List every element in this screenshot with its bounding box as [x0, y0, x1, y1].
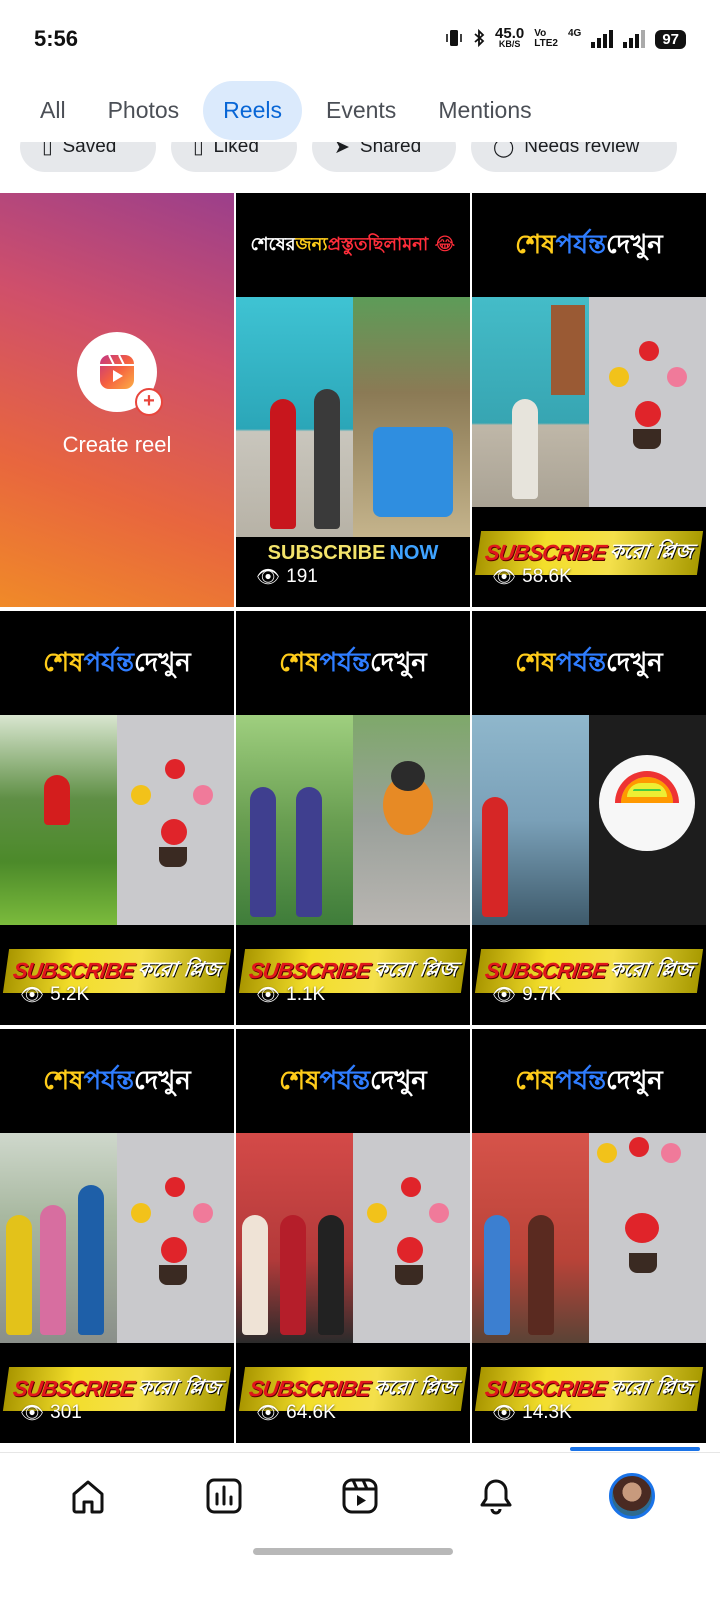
- status-time: 5:56: [34, 26, 79, 51]
- nav-dashboard[interactable]: [189, 1461, 259, 1531]
- reel-tile[interactable]: শেষ পর্যন্ত দেখুন SUBSCRIBE করো প্লিজ 👁 64…: [236, 1029, 470, 1443]
- reel-headline: শেষ পর্যন্ত দেখুন: [236, 1029, 470, 1133]
- reel-tile[interactable]: শেষ পর্যন্ত দেখুন SUBSCRIBE করো প্লিজ 👁 14…: [472, 1029, 706, 1443]
- reel-headline: শেষ পর্যন্ত দেখুন: [0, 1029, 234, 1133]
- view-count: 👁 14.3K: [492, 1402, 572, 1424]
- chip-shared[interactable]: ➤ Shared: [312, 142, 456, 172]
- reel-tile[interactable]: শেষ পর্যন্ত দেখুন SUBSCRIBE করো প্লিজ 👁 30…: [0, 1029, 234, 1443]
- home-icon: [72, 1480, 104, 1513]
- view-count: 👁 5.2K: [20, 984, 90, 1006]
- battery-indicator: 97: [655, 29, 686, 49]
- reels-grid: + Create reel শেষের জন্য প্রস্তুত ছিলামন…: [0, 193, 706, 1443]
- reel-thumbnail: [0, 715, 234, 925]
- signal-icon: [591, 30, 614, 48]
- reel-tile[interactable]: শেষ পর্যন্ত দেখুন SUBSCRIBE করো প্লিজ 👁 5.…: [0, 611, 234, 1025]
- eye-icon: 👁: [256, 567, 281, 588]
- review-icon: ◯: [493, 142, 515, 158]
- create-reel-label: Create reel: [62, 432, 172, 457]
- net-speed: 45.0 KB/S: [495, 25, 525, 49]
- chip-needs-review[interactable]: ◯ Needs review: [471, 142, 677, 172]
- reel-headline: শেষ পর্যন্ত দেখুন: [0, 611, 234, 715]
- reel-headline: শেষের জন্য প্রস্তুত ছিলামনা 😂: [236, 193, 470, 297]
- status-icons: 45.0 KB/S Vo LTE2 4G 97: [445, 25, 686, 51]
- eye-icon: 👁: [256, 985, 281, 1006]
- reels-icon: [100, 354, 134, 389]
- create-reel-button[interactable]: +: [77, 332, 163, 416]
- eye-icon: 👁: [20, 985, 45, 1006]
- reel-thumbnail: [236, 1133, 470, 1343]
- reel-headline: শেষ পর্যন্ত দেখুন: [472, 193, 706, 297]
- view-count: 👁 1.1K: [256, 984, 326, 1006]
- view-count: 👁 301: [20, 1402, 82, 1424]
- eye-icon: 👁: [20, 1403, 45, 1424]
- reel-thumbnail: [0, 1133, 234, 1343]
- reel-tile[interactable]: শেষ পর্যন্ত দেখুন SUBSCRIBE করো প্লিজ 👁 58…: [472, 193, 706, 607]
- chip-liked[interactable]: ▯ Liked: [171, 142, 297, 172]
- bell-icon: [480, 1479, 512, 1514]
- media-tabs: All Photos Reels Events Mentions: [0, 78, 720, 142]
- view-count: 👁 191: [256, 566, 318, 588]
- gesture-home-bar[interactable]: [253, 1548, 453, 1555]
- dashboard-icon: [206, 1478, 242, 1513]
- eye-icon: 👁: [492, 985, 517, 1006]
- profile-avatar: [609, 1472, 655, 1519]
- reel-headline: শেষ পর্যন্ত দেখুন: [472, 611, 706, 715]
- reel-thumbnail: [472, 1133, 706, 1343]
- reels-icon: [342, 1478, 378, 1513]
- reel-tile[interactable]: শেষ পর্যন্ত দেখুন SUBSCRIBE করো প্লিজ 👁 9.…: [472, 611, 706, 1025]
- create-reel-tile[interactable]: + Create reel: [0, 193, 234, 607]
- tab-events[interactable]: Events: [308, 83, 414, 138]
- eye-icon: 👁: [492, 1403, 517, 1424]
- filter-chips: ▯ Saved ▯ Liked ➤ Shared ◯ Needs review: [0, 142, 720, 176]
- tab-photos[interactable]: Photos: [90, 83, 198, 138]
- add-icon: +: [135, 388, 163, 416]
- tab-reels[interactable]: Reels: [203, 80, 302, 140]
- active-tab-indicator: [570, 1447, 700, 1451]
- bookmark-icon: ▯: [42, 142, 53, 158]
- signal-icon-2: [623, 30, 646, 48]
- chip-saved[interactable]: ▯ Saved: [20, 142, 156, 172]
- reel-headline: শেষ পর্যন্ত দেখুন: [236, 611, 470, 715]
- nav-reels[interactable]: [325, 1461, 395, 1531]
- network-type: 4G: [567, 27, 582, 39]
- eye-icon: 👁: [492, 567, 517, 588]
- reel-headline: শেষ পর্যন্ত দেখুন: [472, 1029, 706, 1133]
- bottom-nav: [0, 1452, 720, 1538]
- reel-tile[interactable]: শেষ পর্যন্ত দেখুন SUBSCRIBE করো প্লিজ 👁 1.…: [236, 611, 470, 1025]
- reel-thumbnail: [236, 715, 470, 925]
- eye-icon: 👁: [256, 1403, 281, 1424]
- volte-indicator: Vo LTE2: [534, 28, 558, 49]
- nav-profile[interactable]: [597, 1461, 667, 1531]
- bluetooth-icon: [473, 28, 485, 51]
- share-icon: ➤: [334, 142, 350, 158]
- view-count: 👁 9.7K: [492, 984, 562, 1006]
- tab-mentions[interactable]: Mentions: [420, 83, 549, 138]
- tab-all[interactable]: All: [22, 83, 84, 138]
- nav-notifications[interactable]: [461, 1461, 531, 1531]
- like-icon: ▯: [193, 142, 204, 158]
- view-count: 👁 58.6K: [492, 566, 572, 588]
- view-count: 👁 64.6K: [256, 1402, 336, 1424]
- reel-thumbnail: [472, 715, 706, 925]
- status-bar: 5:56 45.0 KB/S Vo LTE2 4G 97: [0, 0, 720, 78]
- reel-thumbnail: [472, 297, 706, 507]
- reel-tile[interactable]: শেষের জন্য প্রস্তুত ছিলামনা 😂 SUBSCRIBE N…: [236, 193, 470, 607]
- nav-home[interactable]: [53, 1461, 123, 1531]
- reel-thumbnail: [236, 297, 470, 537]
- vibrate-icon: [445, 28, 463, 51]
